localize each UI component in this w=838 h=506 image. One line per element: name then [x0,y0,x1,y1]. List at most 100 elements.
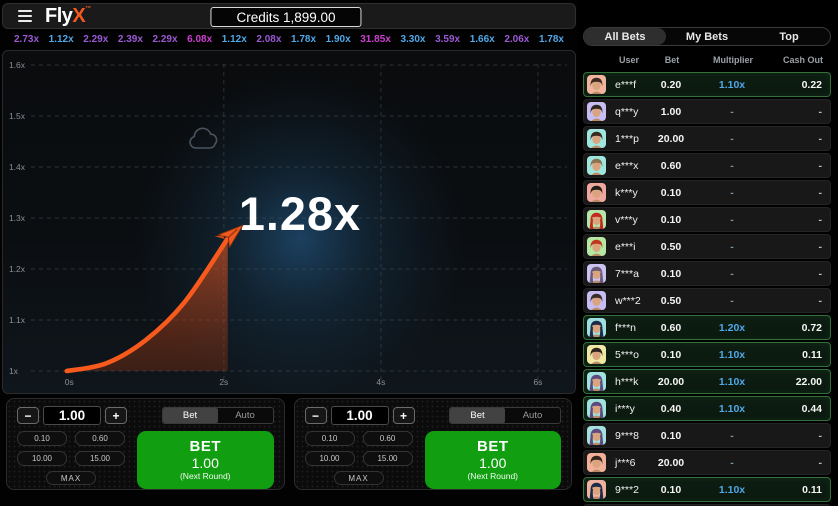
avatar [587,210,606,229]
tab-my-bets[interactable]: My Bets [666,28,748,45]
quick-bet-button[interactable]: 10.00 [17,451,67,466]
bet-multiplier: 1.20x [698,322,766,334]
bet-panels: −1.00+BetAuto0.100.6010.0015.00MAXBET1.0… [6,398,572,490]
tab-all-bets[interactable]: All Bets [584,28,666,45]
avatar [587,345,606,364]
trademark-symbol: ™ [85,6,91,12]
bet-user: q***y [615,106,644,118]
bet-multiplier: - [698,160,766,172]
bet-row[interactable]: j***620.00-- [583,450,831,475]
history-multiplier[interactable]: 2.39x [118,34,143,45]
place-bet-button[interactable]: BET1.00(Next Round) [137,431,274,489]
bets-sidebar: All Bets My Bets Top User Bet Multiplier… [578,0,838,506]
history-multiplier[interactable]: 2.73x [14,34,39,45]
bet-cash-out: 0.44 [766,403,822,415]
bet-cash-out: - [766,187,822,199]
bet-row[interactable]: i***y0.401.10x0.44 [583,396,831,421]
svg-text:1.5x: 1.5x [9,111,26,121]
bet-row[interactable]: f***n0.601.20x0.72 [583,315,831,340]
svg-text:0s: 0s [65,377,74,387]
svg-text:2s: 2s [219,377,228,387]
menu-icon[interactable] [18,10,32,22]
history-multiplier[interactable]: 2.06x [504,34,529,45]
history-multiplier[interactable]: 1.90x [326,34,351,45]
tab-top[interactable]: Top [748,28,830,45]
bet-amount-input[interactable]: 1.00 [43,406,101,425]
mode-bet[interactable]: Bet [163,408,218,423]
bet-row[interactable]: v***y0.10-- [583,207,831,232]
history-multiplier[interactable]: 2.08x [256,34,281,45]
bet-amount: 20.00 [644,457,698,469]
bet-row[interactable]: 9***20.101.10x0.11 [583,477,831,502]
bet-cash-out: - [766,214,822,226]
bet-row[interactable]: q***y1.00-- [583,99,831,124]
bet-multiplier: - [698,187,766,199]
bet-amount: 0.20 [644,79,698,91]
bet-row[interactable]: e***f0.201.10x0.22 [583,72,831,97]
bet-button-amount: 1.00 [479,455,506,471]
increase-bet-button[interactable]: + [105,407,127,424]
quick-bet-button[interactable]: 0.60 [363,431,413,446]
bet-button-subtitle: (Next Round) [180,471,231,481]
bet-user: v***y [615,214,644,226]
crash-chart: 1x1.1x1.2x1.3x1.4x1.5x1.6x0s2s4s6s 1.28x [3,51,575,393]
bet-cash-out: 0.72 [766,322,822,334]
quick-bet-button[interactable]: 0.10 [305,431,355,446]
bet-cash-out: 0.22 [766,79,822,91]
bet-user: e***f [615,79,644,91]
history-multiplier[interactable]: 31.85x [360,34,391,45]
flyx-logo: FlyX™ [45,5,91,28]
history-multiplier[interactable]: 2.29x [153,34,178,45]
history-multiplier[interactable]: 2.29x [83,34,108,45]
bet-row[interactable]: e***i0.50-- [583,234,831,259]
bet-row[interactable]: w***20.50-- [583,288,831,313]
bet-panel-1: −1.00+ BetAuto 0.10 0.60 10.00 15.00 MAX BET1.0… [6,398,285,490]
quick-bet-button[interactable]: 0.10 [17,431,67,446]
history-multiplier[interactable]: 1.78x [539,34,564,45]
bet-user: i***y [615,403,644,415]
crash-chart-panel: 1x1.1x1.2x1.3x1.4x1.5x1.6x0s2s4s6s 1.28x [2,50,576,394]
history-multiplier[interactable]: 1.12x [222,34,247,45]
bet-amount: 0.10 [644,484,698,496]
max-bet-button[interactable]: MAX [334,471,384,485]
bet-row[interactable]: 9***80.10-- [583,423,831,448]
bet-row[interactable]: 1***p20.00-- [583,126,831,151]
bet-row[interactable]: 7***a0.10-- [583,261,831,286]
bet-amount: 20.00 [644,133,698,145]
decrease-bet-button[interactable]: − [17,407,39,424]
column-bet: Bet [645,55,699,65]
place-bet-button[interactable]: BET1.00(Next Round) [425,431,562,489]
svg-text:1.3x: 1.3x [9,213,26,223]
bet-amount: 0.50 [644,241,698,253]
bet-amount-input[interactable]: 1.00 [331,406,389,425]
bet-row[interactable]: k***y0.10-- [583,180,831,205]
bet-auto-toggle: BetAuto [162,407,274,424]
decrease-bet-button[interactable]: − [305,407,327,424]
mode-auto[interactable]: Auto [218,408,273,423]
bet-multiplier: 1.10x [698,349,766,361]
history-multiplier[interactable]: 1.12x [49,34,74,45]
history-multiplier[interactable]: 1.66x [470,34,495,45]
bet-amount: 0.60 [644,160,698,172]
increase-bet-button[interactable]: + [393,407,415,424]
history-multiplier[interactable]: 1.78x [291,34,316,45]
bet-row[interactable]: 5***o0.101.10x0.11 [583,342,831,367]
svg-text:4s: 4s [376,377,385,387]
quick-bet-button[interactable]: 15.00 [75,451,125,466]
quick-bet-button[interactable]: 15.00 [363,451,413,466]
history-multiplier[interactable]: 6.08x [187,34,212,45]
mode-bet[interactable]: Bet [450,408,505,423]
bet-row[interactable]: h***k20.001.10x22.00 [583,369,831,394]
quick-bet-button[interactable]: 10.00 [305,451,355,466]
bet-row[interactable]: e***x0.60-- [583,153,831,178]
bet-user: h***k [615,376,644,388]
max-bet-button[interactable]: MAX [46,471,96,485]
history-multiplier[interactable]: 3.59x [435,34,460,45]
history-multiplier[interactable]: 3.30x [400,34,425,45]
svg-text:1.4x: 1.4x [9,162,26,172]
mode-auto[interactable]: Auto [505,408,560,423]
bet-amount: 20.00 [644,376,698,388]
quick-bet-button[interactable]: 0.60 [75,431,125,446]
bet-multiplier: 1.10x [698,79,766,91]
bet-multiplier: 1.10x [698,403,766,415]
